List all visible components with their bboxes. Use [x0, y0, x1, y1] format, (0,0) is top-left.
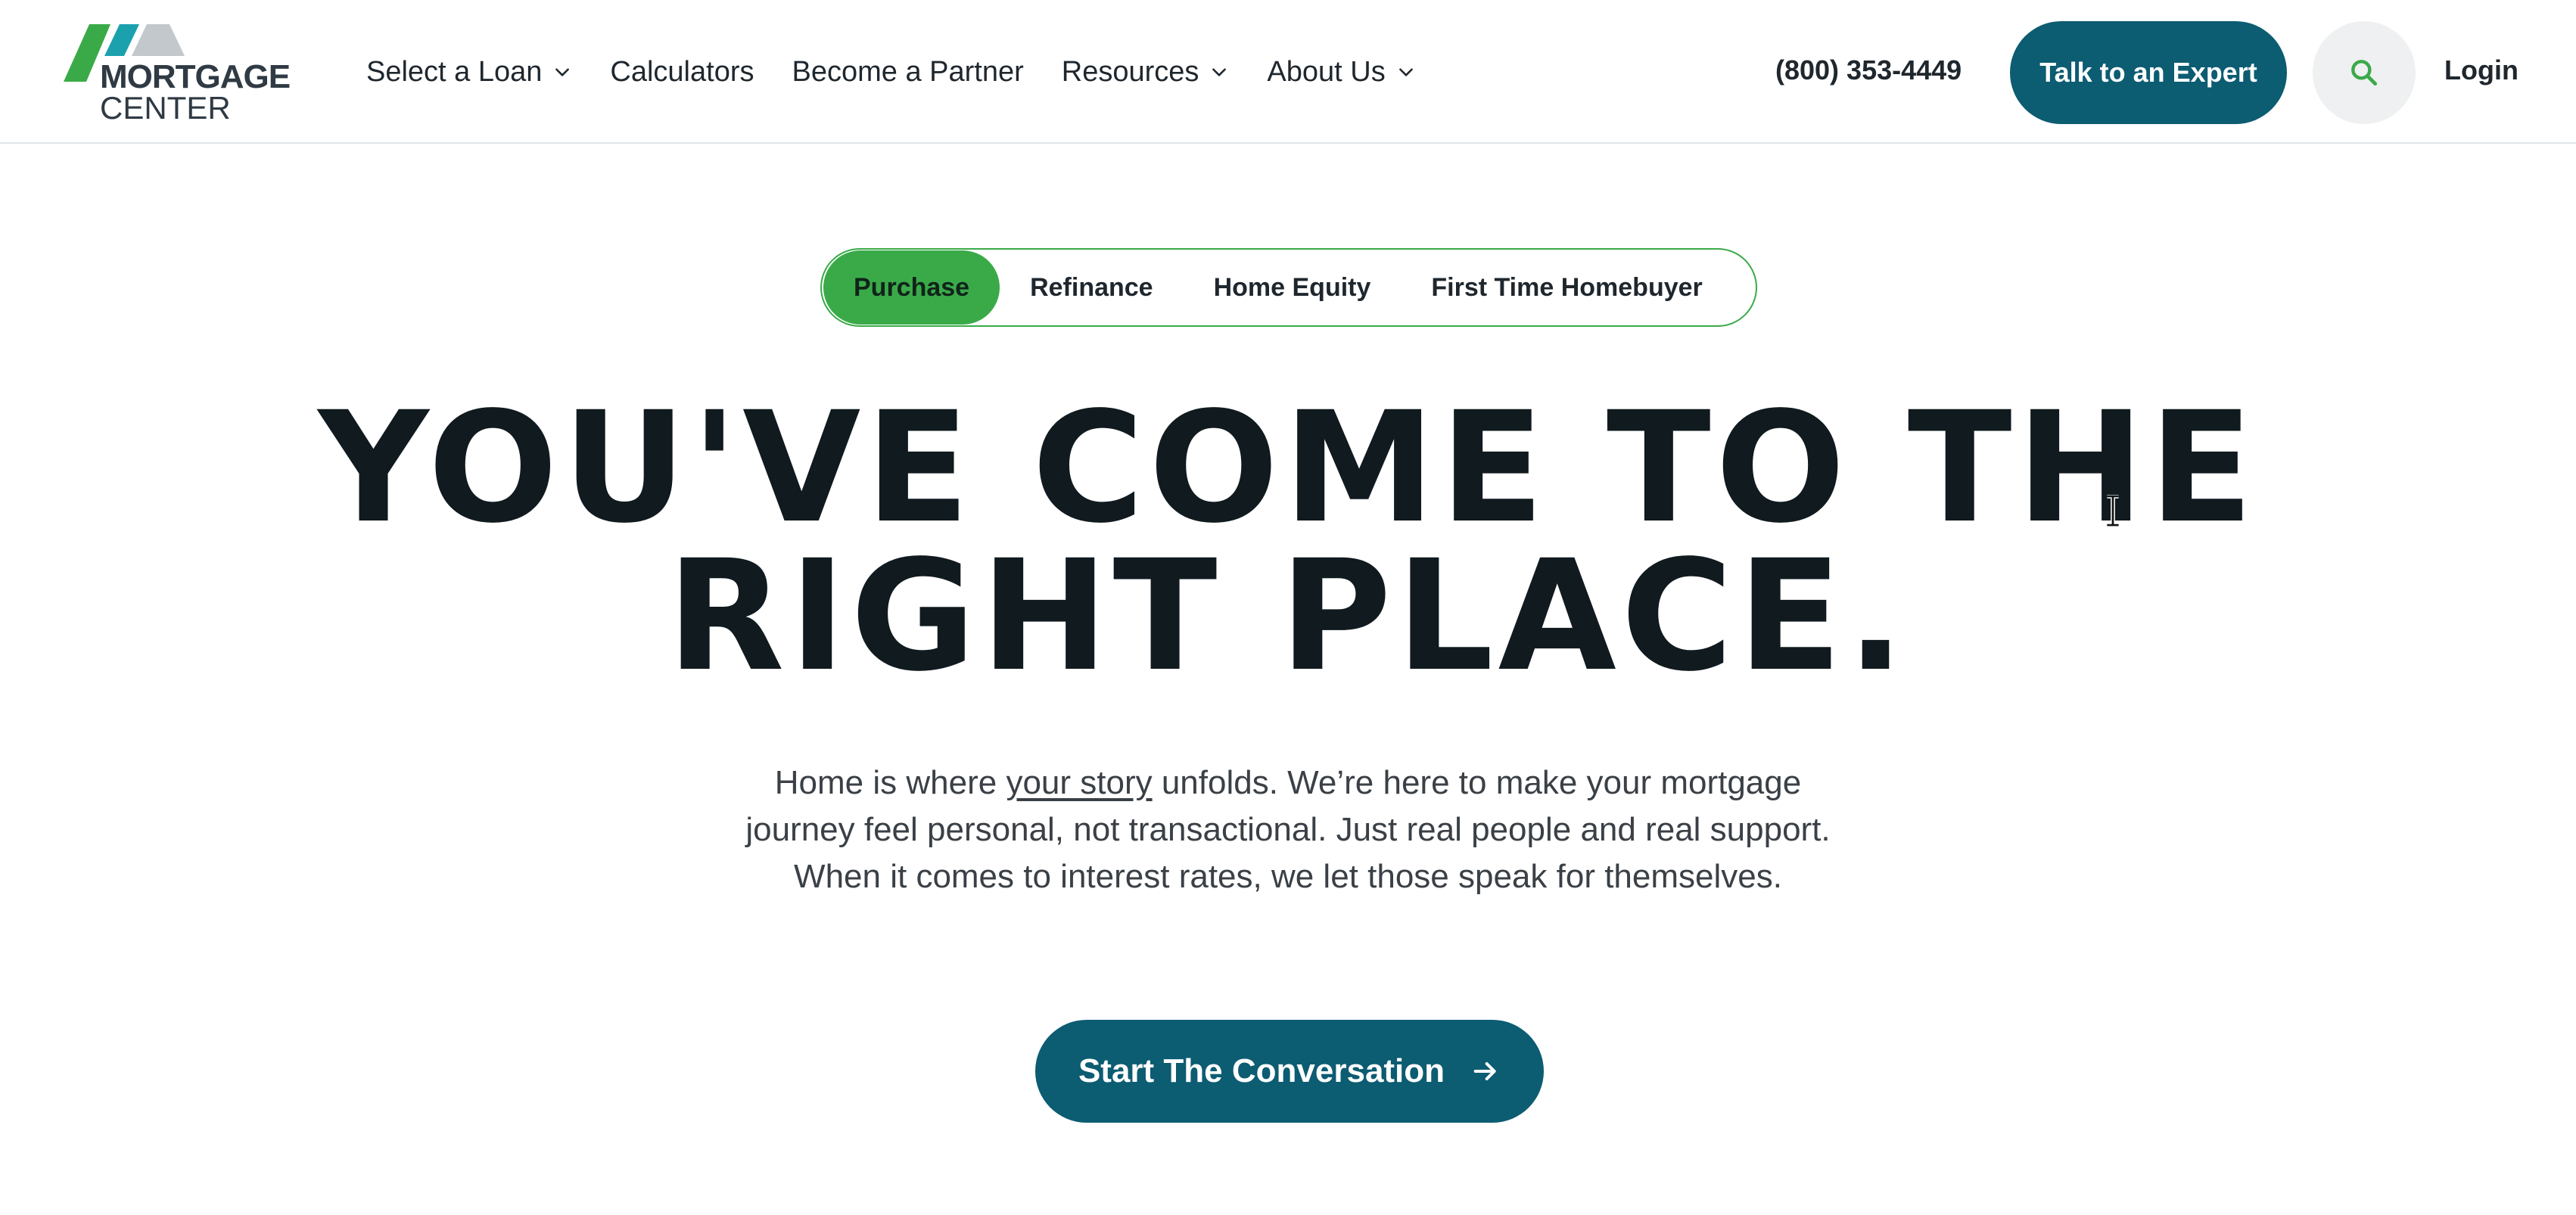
tab-first-time-homebuyer[interactable]: First Time Homebuyer [1401, 250, 1732, 325]
nav-label: About Us [1267, 55, 1386, 88]
hero-title-line-1: YOU'VE COME TO THE [318, 378, 2258, 557]
tab-purchase[interactable]: Purchase [823, 250, 1000, 325]
main-nav: Select a Loan Calculators Become a Partn… [366, 47, 1454, 97]
chevron-down-icon [555, 68, 570, 76]
nav-label: Resources [1061, 55, 1199, 88]
site-header: MORTGAGE CENTER Select a Loan Calculator… [0, 0, 2576, 144]
cta-label: Start The Conversation [1078, 1052, 1445, 1089]
text-cursor-icon [2107, 495, 2119, 527]
phone-link[interactable]: (800) 353-4449 [1775, 54, 1962, 86]
loan-type-tabs: Purchase Refinance Home Equity First Tim… [820, 248, 1757, 327]
tab-refinance[interactable]: Refinance [1000, 250, 1184, 325]
logo-text-mortgage: MORTGAGE [100, 58, 291, 95]
chevron-down-icon [1212, 68, 1227, 76]
nav-calculators[interactable]: Calculators [610, 56, 754, 89]
nav-label: Calculators [610, 55, 754, 88]
nav-select-a-loan[interactable]: Select a Loan [366, 56, 572, 89]
start-conversation-button[interactable]: Start The Conversation [1035, 1020, 1544, 1123]
mortgage-center-logo[interactable]: MORTGAGE CENTER [64, 21, 291, 126]
nav-resources[interactable]: Resources [1062, 56, 1230, 89]
hero-body-lead: Home is where [774, 764, 1006, 801]
hero-description: Home is where your story unfolds. We’re … [720, 760, 1856, 900]
nav-label: Select a Loan [366, 55, 543, 88]
nav-about-us[interactable]: About Us [1267, 56, 1415, 89]
hero-title: YOU'VE COME TO THE RIGHT PLACE. [0, 378, 2576, 705]
tab-home-equity[interactable]: Home Equity [1184, 250, 1402, 325]
search-button[interactable] [2313, 21, 2416, 124]
arrow-right-icon [1473, 1062, 1496, 1080]
your-story-link[interactable]: your story [1006, 764, 1152, 801]
login-link[interactable]: Login [2444, 54, 2518, 86]
nav-become-a-partner[interactable]: Become a Partner [792, 56, 1023, 89]
search-icon [2351, 60, 2378, 86]
chevron-down-icon [1398, 68, 1413, 76]
logo-text-center: CENTER [100, 90, 231, 126]
hero-title-line-2: RIGHT PLACE. [667, 527, 1909, 705]
talk-to-expert-button[interactable]: Talk to an Expert [2010, 21, 2287, 124]
nav-label: Become a Partner [792, 55, 1024, 88]
